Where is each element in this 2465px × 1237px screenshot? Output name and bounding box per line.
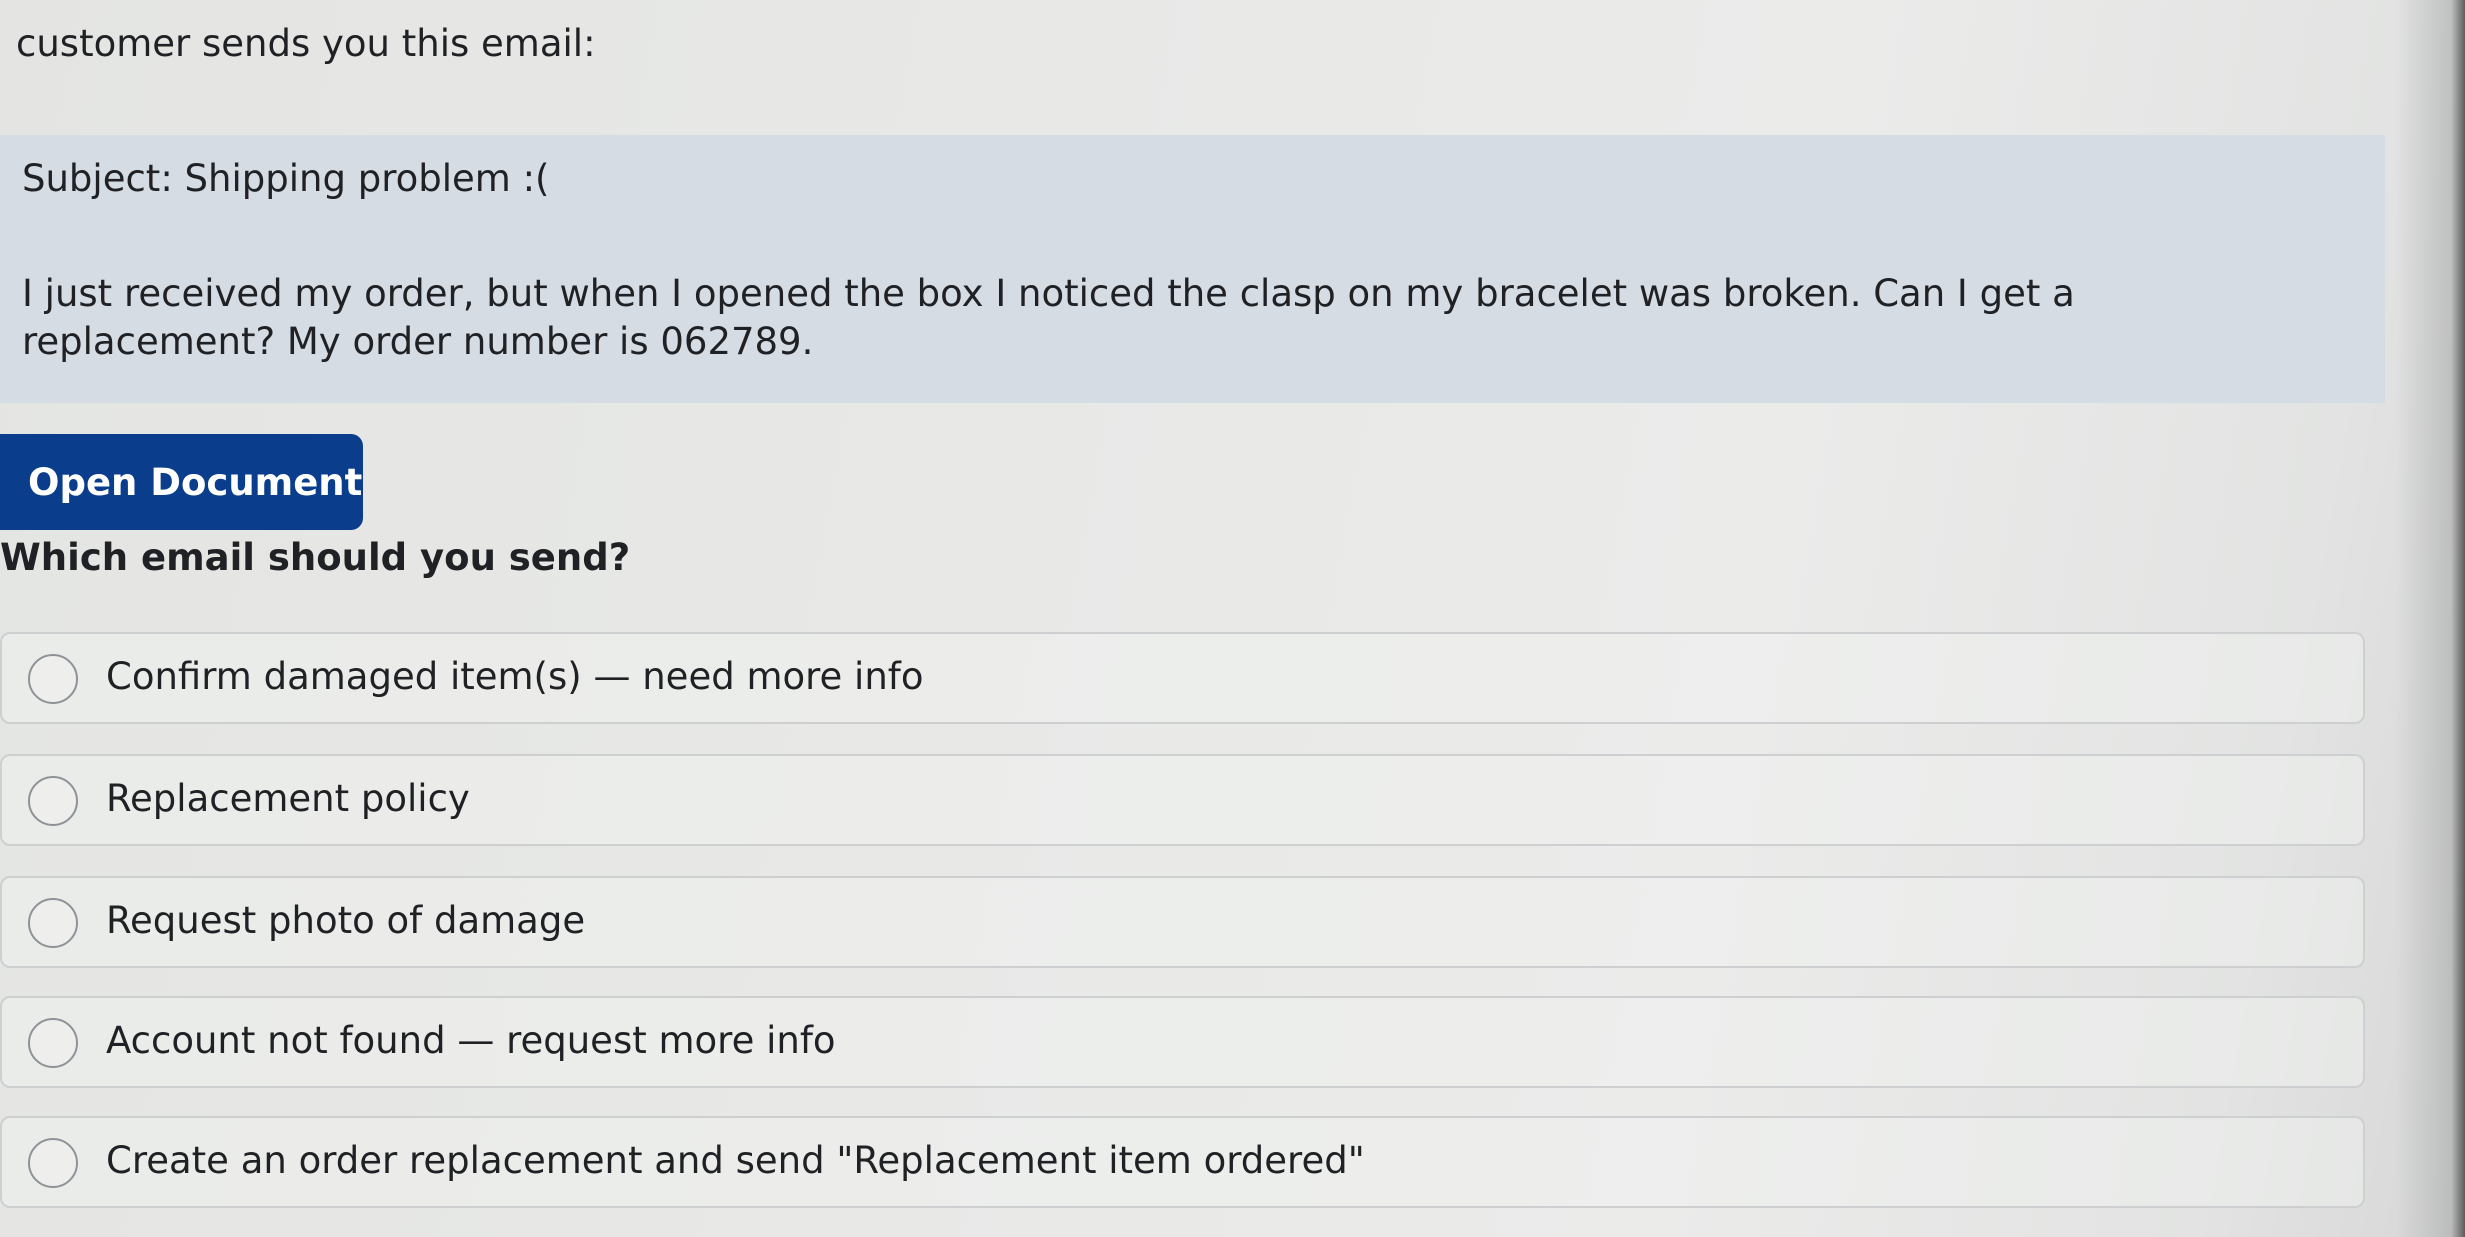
radio-button[interactable] [28, 654, 78, 704]
email-subject: Subject: Shipping problem :( [22, 157, 550, 200]
radio-button[interactable] [28, 776, 78, 826]
option-account-not-found[interactable]: Account not found — request more info [0, 996, 2365, 1088]
option-replacement-policy[interactable]: Replacement policy [0, 754, 2365, 846]
option-confirm-damaged[interactable]: Confirm damaged item(s) — need more info [0, 632, 2365, 724]
option-label: Replacement policy [106, 777, 470, 820]
open-document-button[interactable]: Open Document [0, 434, 363, 530]
option-label: Account not found — request more info [106, 1019, 836, 1062]
option-label: Request photo of damage [106, 899, 586, 942]
intro-text: customer sends you this email: [16, 22, 596, 65]
option-label: Create an order replacement and send "Re… [106, 1139, 1365, 1182]
option-request-photo[interactable]: Request photo of damage [0, 876, 2365, 968]
option-label: Confirm damaged item(s) — need more info [106, 655, 924, 698]
screen-edge-shade [2395, 0, 2465, 1237]
option-create-replacement[interactable]: Create an order replacement and send "Re… [0, 1116, 2365, 1208]
radio-button[interactable] [28, 898, 78, 948]
email-body: I just received my order, but when I ope… [22, 272, 2075, 363]
radio-button[interactable] [28, 1138, 78, 1188]
radio-button[interactable] [28, 1018, 78, 1068]
question-heading: Which email should you send? [0, 536, 631, 579]
